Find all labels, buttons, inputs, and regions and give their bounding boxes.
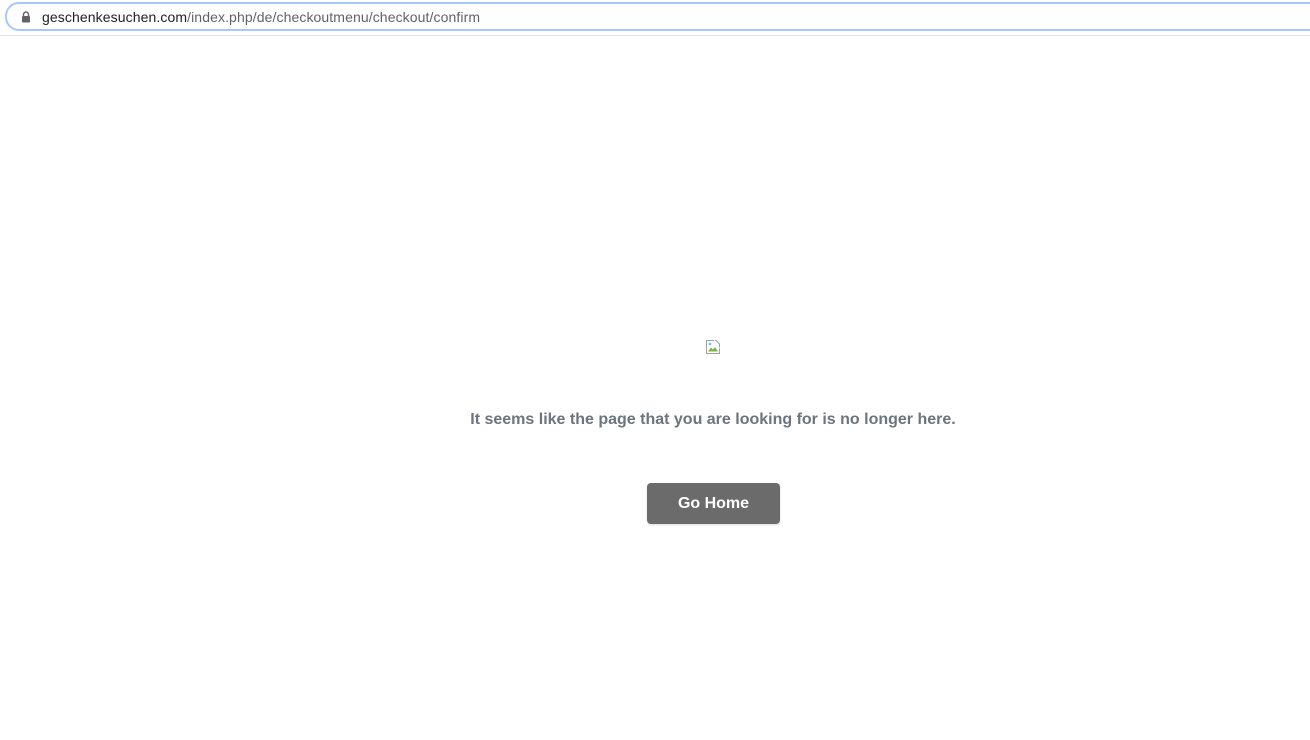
error-message: It seems like the page that you are look… [470, 411, 956, 428]
error-page: It seems like the page that you are look… [0, 36, 1310, 740]
url-text[interactable]: geschenkesuchen.com/index.php/de/checkou… [42, 9, 480, 25]
go-home-button[interactable]: Go Home [647, 483, 780, 524]
lock-icon[interactable] [20, 10, 32, 24]
url-path: /index.php/de/checkoutmenu/checkout/conf… [187, 8, 481, 25]
url-host: geschenkesuchen.com [42, 8, 188, 25]
broken-image-icon [705, 339, 721, 355]
address-bar[interactable]: geschenkesuchen.com/index.php/de/checkou… [5, 2, 1310, 31]
browser-toolbar: geschenkesuchen.com/index.php/de/checkou… [0, 0, 1310, 36]
